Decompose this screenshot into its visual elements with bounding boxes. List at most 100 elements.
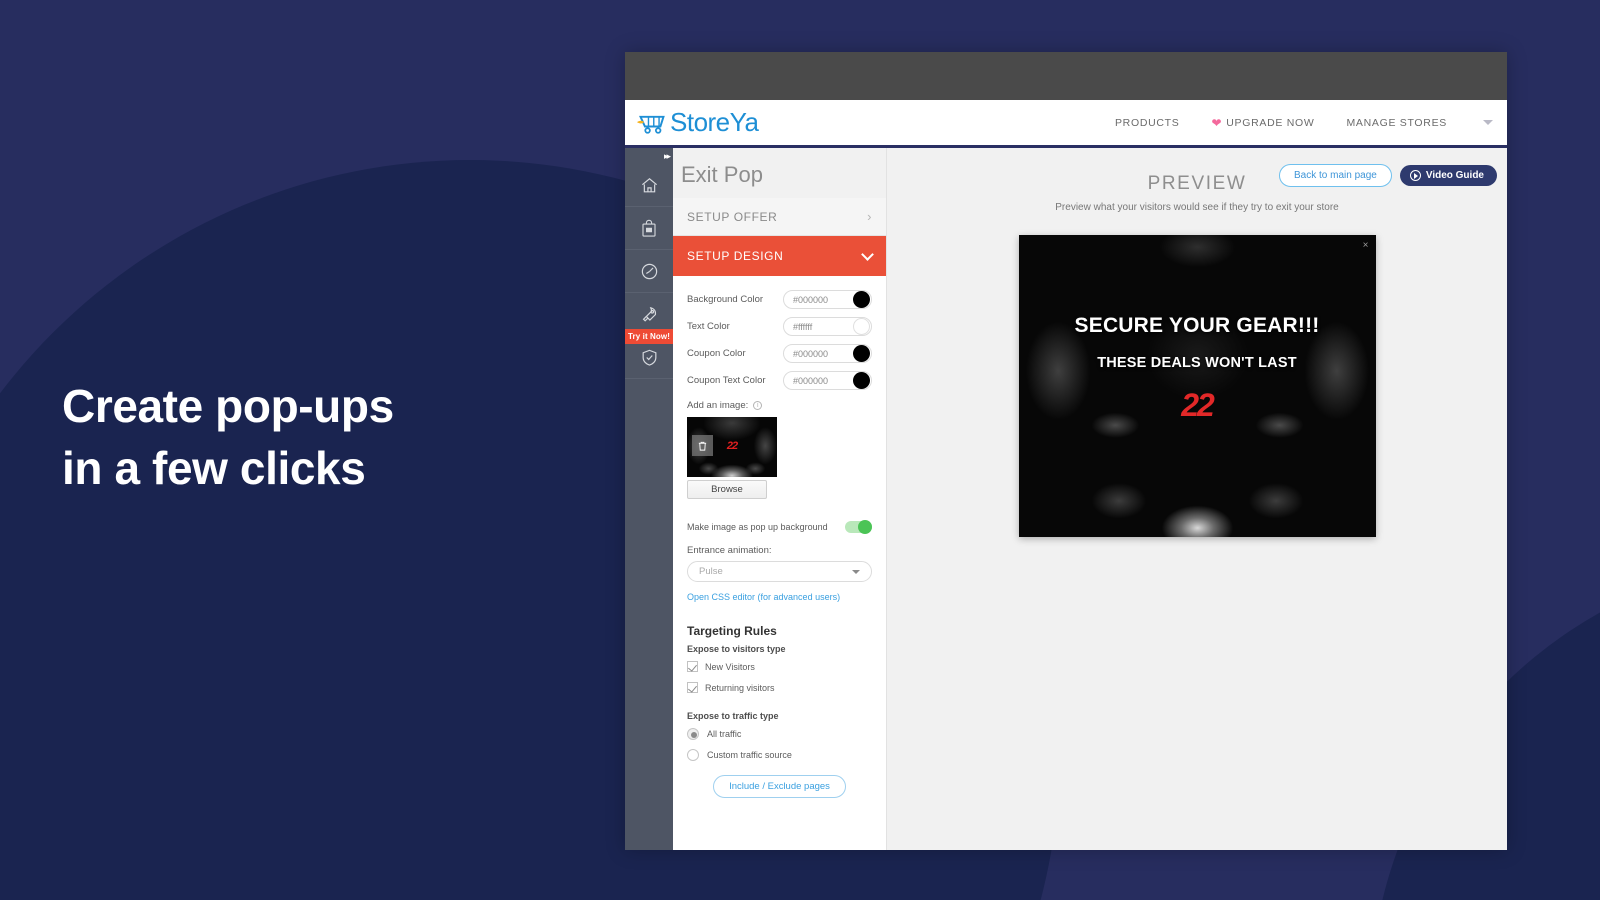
entrance-animation-select[interactable]: Pulse [687,561,872,582]
popup-background-toggle-row: Make image as pop up background [687,520,872,534]
play-icon [1409,170,1421,181]
image-thumbnail[interactable]: 22 [687,417,777,477]
popup-background-image [1018,235,1376,537]
nav-manage-stores-label: MANAGE STORES [1346,116,1447,129]
storeya-nav: PRODUCTS ❤ UPGRADE NOW MANAGE STORES [1115,117,1507,129]
expand-sidebar-icon: ▸▸ [663,150,671,161]
background-color-label: Background Color [687,294,764,305]
rail-expand-row[interactable]: ▸▸ [625,148,673,164]
field-coupon-color: Coupon Color #000000 [687,344,872,363]
sidebar-item-traffic[interactable] [625,250,673,293]
chevron-down-icon[interactable] [1483,120,1493,125]
sidebar-rail: ▸▸ Try it Now! [625,148,673,847]
radio-icon[interactable] [687,749,699,761]
nav-products-label: PRODUCTS [1114,116,1180,129]
coupon-color-label: Coupon Color [687,348,746,359]
accordion-setup-design[interactable]: SETUP DESIGN [673,236,886,276]
browser-chrome-bar [625,52,1507,100]
toggle-knob [858,520,872,534]
visitors-type-label: Expose to visitors type [687,644,786,654]
setup-panel: Exit Pop SETUP OFFER › SETUP DESIGN Back… [673,148,887,847]
info-icon[interactable]: i [753,401,763,410]
nav-upgrade-label: UPGRADE NOW [1226,116,1315,129]
traffic-type-label: Expose to traffic type [687,711,779,721]
coupon-text-color-input[interactable]: #000000 [783,371,872,390]
accordion-setup-offer-label: SETUP OFFER [687,209,778,224]
traffic-gauge-icon [640,262,659,281]
text-color-input[interactable]: #ffffff [783,317,872,336]
storeya-logo-text: StoreYa [670,107,759,137]
preview-subtitle: Preview what your visitors would see if … [1055,202,1339,213]
radio-icon[interactable] [687,728,699,740]
shopping-cart-icon [637,111,667,135]
nav-item-products[interactable]: PRODUCTS [1115,117,1180,129]
nav-item-upgrade-now[interactable]: ❤ UPGRADE NOW [1212,117,1315,129]
checkbox-returning-visitors-label: Returning visitors [705,682,775,693]
coupon-color-input[interactable]: #000000 [783,344,872,363]
storeya-logo[interactable]: StoreYa [637,107,759,138]
panel-footer: Less options [673,847,887,850]
popup-background-toggle-label: Make image as pop up background [687,522,828,532]
rail-footer [625,847,673,850]
radio-all-traffic[interactable]: All traffic [687,728,872,740]
browser-window: StoreYa PRODUCTS ❤ UPGRADE NOW MANAGE ST… [625,52,1507,850]
coupon-text-color-label: Coupon Text Color [687,375,766,386]
coupon-text-color-swatch[interactable] [853,372,870,389]
coupon-text-color-value: #000000 [793,375,829,386]
radio-custom-traffic-label: Custom traffic source [707,750,792,760]
coupon-color-swatch[interactable] [853,345,870,362]
accordion-setup-offer[interactable]: SETUP OFFER › [673,198,886,236]
back-to-main-page-button[interactable]: Back to main page [1279,164,1392,187]
checkbox-icon[interactable] [687,661,698,672]
video-guide-label: Video Guide [1425,170,1484,181]
window-footer: Less options [625,847,1507,850]
include-exclude-pages-button[interactable]: Include / Exclude pages [713,775,846,798]
sidebar-item-store[interactable] [625,207,673,250]
headline-line-1: Create pop-ups [62,380,394,432]
rocket-icon [640,305,659,324]
checkbox-icon[interactable] [687,682,698,693]
text-color-value: #ffffff [793,321,813,332]
entrance-animation-value: Pulse [699,566,723,577]
background-color-swatch[interactable] [853,291,870,308]
field-text-color: Text Color #ffffff [687,317,872,336]
storeya-header: StoreYa PRODUCTS ❤ UPGRADE NOW MANAGE ST… [625,100,1507,148]
hero-page: Create pop-ups in a few clicks StoreYa P… [0,0,1600,900]
popup-number: 22 [1181,387,1215,423]
chevron-right-icon: › [867,209,872,224]
background-color-input[interactable]: #000000 [783,290,872,309]
shield-check-icon [640,348,659,367]
sidebar-item-home[interactable] [625,164,673,207]
nav-item-manage-stores[interactable]: MANAGE STORES [1346,117,1447,129]
try-it-now-badge[interactable]: Try it Now! [625,329,673,344]
checkbox-new-visitors-label: New Visitors [705,661,755,672]
app-body: ▸▸ Try it Now! Exit Pop SETUP OFFER › SE… [625,148,1507,847]
checkbox-new-visitors[interactable]: New Visitors [687,661,872,672]
delete-image-button[interactable] [692,435,713,456]
field-coupon-text-color: Coupon Text Color #000000 [687,371,872,390]
close-icon[interactable]: × [1363,240,1369,251]
checkbox-returning-visitors[interactable]: Returning visitors [687,682,872,693]
headline-line-2: in a few clicks [62,442,366,495]
heart-icon: ❤ [1211,115,1223,130]
background-color-value: #000000 [793,294,829,305]
hero-headline: Create pop-ups in a few clicks [62,375,394,499]
radio-custom-traffic-source[interactable]: Custom traffic source [687,749,872,761]
open-css-editor-link[interactable]: Open CSS editor (for advanced users) [687,592,872,602]
text-color-swatch[interactable] [853,318,870,335]
shopping-bag-icon [640,219,658,238]
home-icon [640,176,659,195]
field-background-color: Background Color #000000 [687,290,872,309]
chevron-down-icon [852,569,860,574]
popup-preview: × SECURE YOUR GEAR!!! THESE DEALS WON'T … [1018,235,1376,537]
popup-subheadline: THESE DEALS WON'T LAST [1097,355,1297,371]
preview-panel: Back to main page Video Guide PREVIEW Pr… [887,148,1507,847]
entrance-animation-label: Entrance animation: [687,545,772,556]
add-image-label: Add an image: [687,400,749,411]
video-guide-button[interactable]: Video Guide [1399,165,1497,186]
accordion-setup-design-label: SETUP DESIGN [687,249,784,263]
browse-button[interactable]: Browse [687,480,767,499]
popup-background-toggle[interactable] [845,520,872,534]
radio-all-traffic-label: All traffic [707,729,742,739]
text-color-label: Text Color [687,321,730,332]
